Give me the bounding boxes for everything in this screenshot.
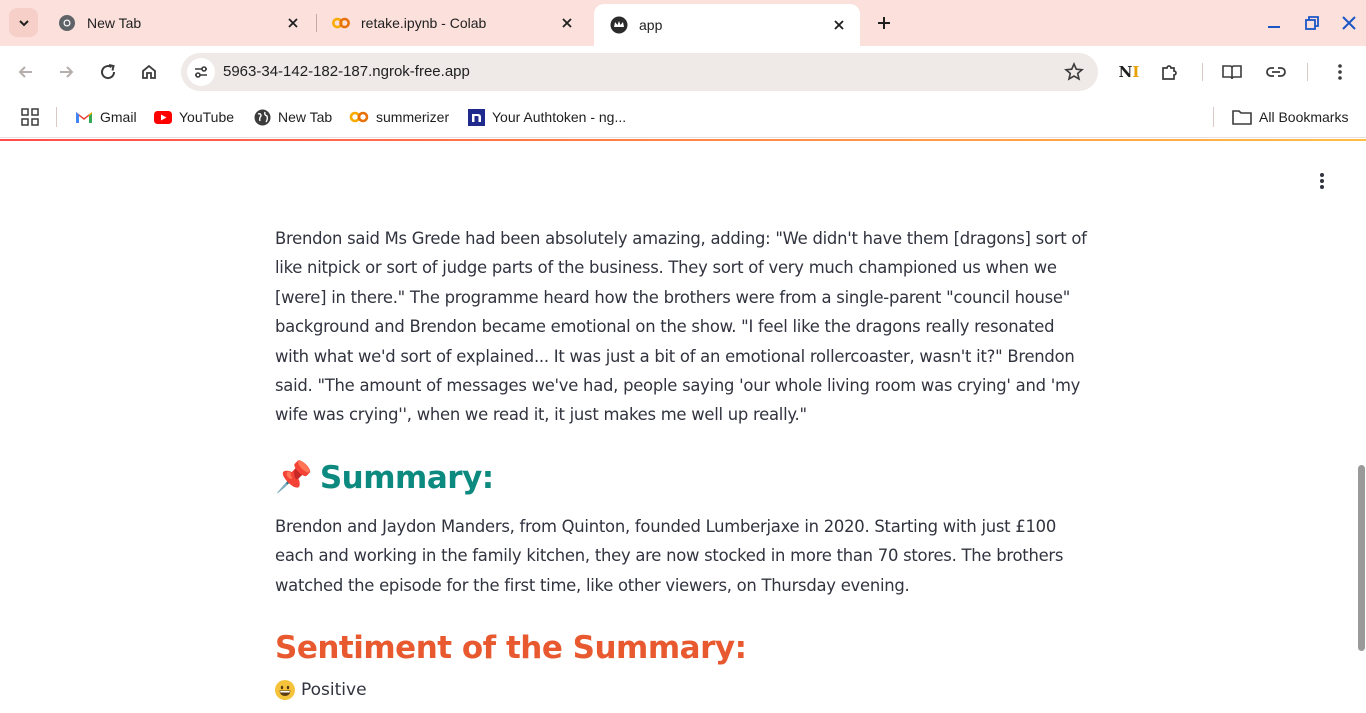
article-text: Brendon said Ms Grede had been absolutel… xyxy=(275,229,1087,425)
grinning-face-icon xyxy=(275,680,295,701)
scrollbar-thumb[interactable] xyxy=(1358,465,1365,651)
tab-title: retake.ipynb - Colab xyxy=(361,15,487,31)
sentiment-result: Positive xyxy=(275,680,1087,701)
back-button[interactable] xyxy=(13,59,39,85)
close-icon[interactable] xyxy=(830,16,848,34)
globe-icon xyxy=(253,108,271,126)
new-tab-button[interactable] xyxy=(871,10,897,36)
bookmarks-separator xyxy=(56,107,57,127)
toolbar-separator xyxy=(1307,63,1308,81)
reading-mode-button[interactable] xyxy=(1219,59,1245,85)
youtube-icon xyxy=(154,108,172,126)
url-text: 5963-34-142-182-187.ngrok-free.app xyxy=(223,63,470,80)
toolbar-separator xyxy=(1202,63,1203,81)
site-info-button[interactable] xyxy=(187,58,215,86)
bookmark-new-tab[interactable]: New Tab xyxy=(253,106,332,128)
apps-button[interactable] xyxy=(21,106,39,128)
reload-button[interactable] xyxy=(95,59,121,85)
home-icon xyxy=(142,64,156,79)
app-menu-button[interactable] xyxy=(1310,169,1334,193)
restore-button[interactable] xyxy=(1299,10,1325,36)
share-link-button[interactable] xyxy=(1263,59,1289,85)
extensions-button[interactable] xyxy=(1157,59,1183,85)
address-bar[interactable]: 5963-34-142-182-187.ngrok-free.app xyxy=(181,53,1098,91)
main-content: Brendon said Ms Grede had been absolutel… xyxy=(275,224,1087,701)
close-icon xyxy=(1342,16,1356,30)
bookmark-label: YouTube xyxy=(179,109,235,125)
bookmarks-separator xyxy=(1213,107,1214,127)
tab-app[interactable]: app xyxy=(594,4,860,46)
browser-menu-button[interactable] xyxy=(1327,59,1353,85)
colab-icon xyxy=(332,14,350,32)
link-icon xyxy=(1266,67,1286,77)
all-bookmarks-label: All Bookmarks xyxy=(1259,109,1349,125)
extension-n-button[interactable]: NI xyxy=(1116,59,1142,85)
bookmark-label: summerizer xyxy=(376,109,450,125)
tab-strip: New Tab retake.ipynb - Colab app xyxy=(0,0,1366,46)
bookmark-gmail[interactable]: Gmail xyxy=(75,106,137,128)
book-icon xyxy=(1222,65,1242,80)
tab-new-tab[interactable]: New Tab xyxy=(42,4,314,42)
ngrok-icon xyxy=(467,108,485,126)
tune-icon xyxy=(195,66,207,78)
gmail-icon xyxy=(75,108,93,126)
all-bookmarks-button[interactable]: All Bookmarks xyxy=(1232,106,1348,128)
bookmark-label: Your Authtoken - ng... xyxy=(492,109,627,125)
bookmark-youtube[interactable]: YouTube xyxy=(154,106,234,128)
minimize-button[interactable] xyxy=(1261,10,1287,36)
plus-icon xyxy=(878,17,890,29)
puzzle-icon xyxy=(1162,65,1177,80)
tab-search-button[interactable] xyxy=(9,8,38,37)
chevron-down-icon xyxy=(18,19,29,26)
star-icon[interactable] xyxy=(1064,62,1084,82)
bookmark-summerizer[interactable]: summerizer xyxy=(349,106,449,128)
summary-text: Brendon and Jaydon Manders, from Quinton… xyxy=(275,516,1064,595)
arrow-right-icon xyxy=(60,66,74,78)
summary-heading-text: Summary: xyxy=(319,459,494,496)
notion-extension-icon: NI xyxy=(1118,63,1140,81)
bookmark-label: New Tab xyxy=(278,109,333,125)
sentiment-value: Positive xyxy=(301,680,367,701)
home-button[interactable] xyxy=(136,59,162,85)
colab-icon xyxy=(349,108,369,126)
more-vertical-icon xyxy=(1320,173,1324,189)
tab-title: New Tab xyxy=(87,15,142,31)
close-icon[interactable] xyxy=(558,14,576,32)
more-vertical-icon xyxy=(1338,64,1342,80)
bookmark-ngrok-authtoken[interactable]: Your Authtoken - ng... xyxy=(467,106,626,128)
chrome-icon xyxy=(58,14,76,32)
arrow-left-icon xyxy=(18,66,32,78)
sentiment-heading: Sentiment of the Summary: xyxy=(275,630,747,667)
close-icon[interactable] xyxy=(284,14,302,32)
summary-heading: 📌 Summary: xyxy=(275,458,1087,498)
tab-title: app xyxy=(639,17,663,33)
tab-colab[interactable]: retake.ipynb - Colab xyxy=(316,4,588,42)
app-page: Brendon said Ms Grede had been absolutel… xyxy=(0,141,1366,713)
forward-button[interactable] xyxy=(53,59,79,85)
folder-icon xyxy=(1232,108,1252,126)
restore-icon xyxy=(1305,16,1319,30)
minimize-icon xyxy=(1268,26,1280,28)
close-window-button[interactable] xyxy=(1336,10,1362,36)
bookmark-label: Gmail xyxy=(100,109,137,125)
pushpin-icon: 📌 xyxy=(275,459,312,495)
browser-toolbar: 5963-34-142-182-187.ngrok-free.app NI xyxy=(0,46,1366,98)
streamlit-crown-icon xyxy=(610,16,628,34)
reload-icon xyxy=(101,64,116,80)
apps-grid-icon xyxy=(21,108,39,126)
page-scrollbar[interactable] xyxy=(1357,141,1366,713)
bookmarks-bar: Gmail YouTube New Tab summerizer Your Au… xyxy=(0,98,1366,138)
